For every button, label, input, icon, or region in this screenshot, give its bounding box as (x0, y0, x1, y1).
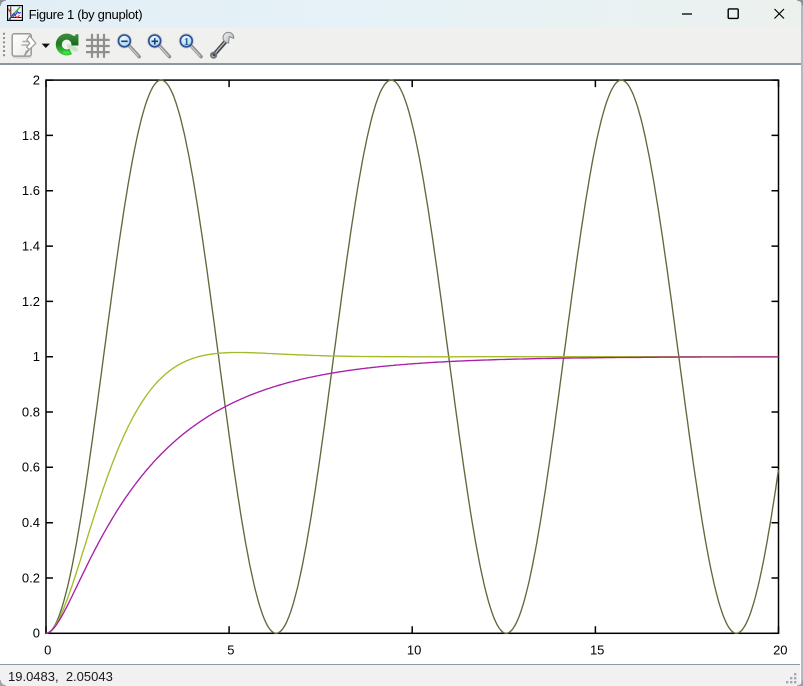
svg-text:1: 1 (184, 36, 190, 48)
svg-text:20: 20 (773, 642, 787, 657)
svg-text:1: 1 (33, 349, 40, 364)
svg-text:10: 10 (407, 642, 421, 657)
svg-text:0.2: 0.2 (22, 570, 40, 585)
svg-text:0.8: 0.8 (22, 404, 40, 419)
svg-text:0: 0 (44, 642, 51, 657)
svg-text:1.6: 1.6 (22, 183, 40, 198)
svg-text:0: 0 (33, 625, 40, 640)
svg-text:0.6: 0.6 (22, 459, 40, 474)
svg-text:1.4: 1.4 (22, 238, 40, 253)
svg-text:1.2: 1.2 (22, 293, 40, 308)
svg-text:1.8: 1.8 (22, 127, 40, 142)
svg-text:0.4: 0.4 (22, 515, 40, 530)
svg-text:15: 15 (590, 642, 604, 657)
svg-text:2: 2 (33, 72, 40, 87)
svg-text:5: 5 (227, 642, 234, 657)
